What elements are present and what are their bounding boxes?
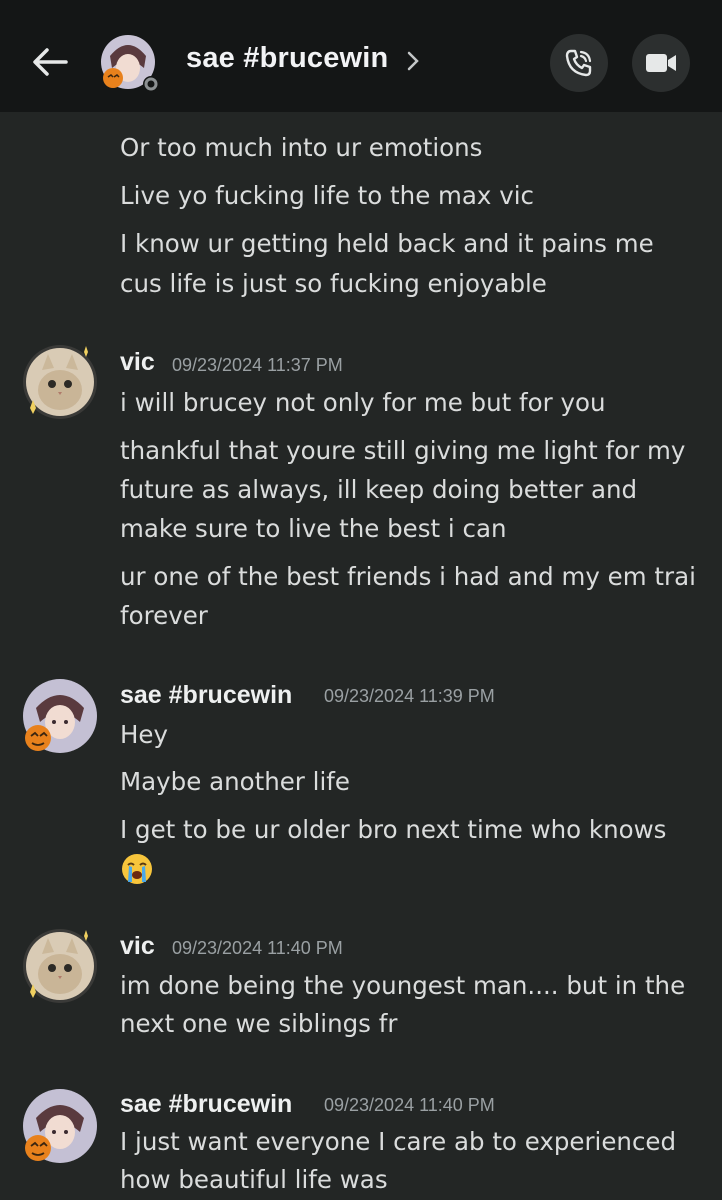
voice-call-button[interactable]: [550, 34, 608, 92]
message-line: how beautiful life was: [120, 1165, 388, 1194]
chat-header: sae #brucewin: [0, 0, 722, 112]
message-timestamp: 09/23/2024 11:40 PM: [172, 938, 343, 958]
message-line: future as always, ill keep doing better …: [120, 475, 638, 504]
message-author[interactable]: sae #brucewin: [120, 681, 292, 710]
loudly-crying-face-icon: [122, 854, 152, 884]
message-author[interactable]: sae #brucewin: [120, 1090, 292, 1119]
message-line: Live yo fucking life to the max vic: [120, 181, 534, 210]
avatar[interactable]: [22, 678, 98, 754]
arrow-left-icon: [33, 48, 68, 76]
message-line: i will brucey not only for me but for yo…: [120, 388, 606, 417]
message-line: I just want everyone I care ab to experi…: [120, 1127, 677, 1156]
video-camera-icon: [646, 54, 676, 72]
message-author[interactable]: vic: [120, 932, 155, 961]
chevron-right-icon[interactable]: [406, 50, 420, 72]
back-button[interactable]: [28, 40, 72, 84]
message-timestamp: 09/23/2024 11:39 PM: [324, 686, 495, 706]
video-call-button[interactable]: [632, 34, 690, 92]
message-line: Maybe another life: [120, 767, 350, 796]
phone-icon: [565, 49, 592, 77]
message-line: I know ur getting held back and it pains…: [120, 229, 654, 258]
message-line: Or too much into ur emotions: [120, 133, 483, 162]
chat-title[interactable]: sae #brucewin: [186, 42, 388, 75]
avatar[interactable]: [22, 1088, 98, 1164]
avatar[interactable]: [100, 34, 159, 92]
message-author[interactable]: vic: [120, 348, 155, 377]
message-line: cus life is just so fucking enjoyable: [120, 269, 547, 298]
message-timestamp: 09/23/2024 11:37 PM: [172, 355, 343, 375]
message-line: im done being the youngest man.... but i…: [120, 971, 686, 1000]
message-line: ur one of the best friends i had and my …: [120, 562, 696, 591]
avatar[interactable]: [22, 344, 98, 420]
message-line: thankful that youre still giving me ligh…: [120, 436, 686, 465]
message-line: make sure to live the best i can: [120, 514, 507, 543]
avatar[interactable]: [22, 928, 98, 1004]
message-line: Hey: [120, 720, 168, 749]
message-line: forever: [120, 601, 208, 630]
message-timestamp: 09/23/2024 11:40 PM: [324, 1095, 495, 1115]
message-line: I get to be ur older bro next time who k…: [120, 815, 667, 844]
message-line: next one we siblings fr: [120, 1009, 398, 1038]
